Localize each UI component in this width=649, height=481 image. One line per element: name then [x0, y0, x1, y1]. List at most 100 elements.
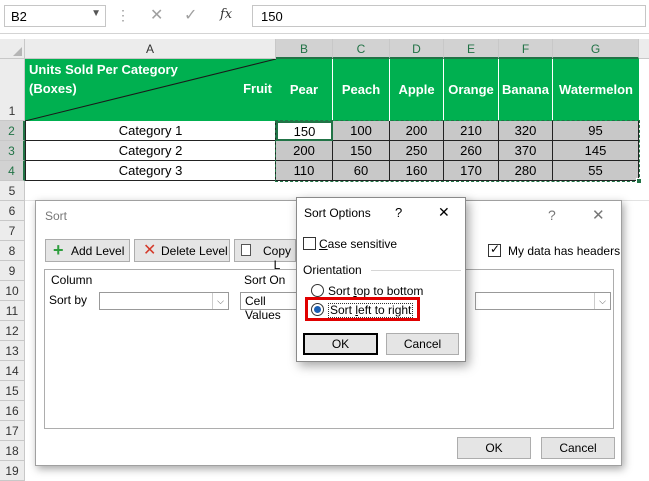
- data-cell[interactable]: 170: [444, 161, 499, 181]
- column-header-g[interactable]: G: [553, 39, 639, 59]
- row-header-3[interactable]: 3: [0, 141, 25, 161]
- column-header-e[interactable]: E: [444, 39, 499, 59]
- grip-dots-icon: ⋮: [116, 7, 130, 23]
- header-cell-a1[interactable]: Units Sold Per Category (Boxes) Fruit: [25, 59, 276, 121]
- data-cell[interactable]: 60: [333, 161, 390, 181]
- my-data-headers-label: My data has headers: [508, 244, 621, 258]
- fill-handle[interactable]: [636, 178, 642, 184]
- ok-button[interactable]: OK: [457, 437, 531, 459]
- sort-on-value: Cell Values: [245, 294, 281, 322]
- data-cell[interactable]: 260: [444, 141, 499, 161]
- sort-top-to-bottom-label: Sort top to bottom: [328, 284, 424, 298]
- row-header-1[interactable]: 1: [0, 59, 25, 121]
- data-cell[interactable]: 95: [553, 121, 639, 141]
- column-header-c[interactable]: C: [333, 39, 390, 59]
- order-select[interactable]: ⌵: [475, 292, 611, 310]
- category-cell[interactable]: Category 2: [25, 141, 276, 161]
- row-header-16[interactable]: 16: [0, 401, 25, 421]
- ok-button[interactable]: OK: [303, 333, 378, 355]
- column-header-a[interactable]: A: [25, 39, 276, 59]
- category-cell[interactable]: Category 1: [25, 121, 276, 141]
- divider: [371, 270, 461, 271]
- row-header-10[interactable]: 10: [0, 281, 25, 301]
- enter-check-icon[interactable]: ✓: [184, 5, 197, 25]
- fruit-header[interactable]: Orange: [444, 59, 499, 121]
- data-cell[interactable]: 200: [390, 121, 444, 141]
- select-all-triangle-icon: [13, 47, 22, 56]
- add-level-button[interactable]: + Add Level: [45, 239, 130, 262]
- sort-left-to-right-radio[interactable]: [311, 303, 324, 316]
- row-header-14[interactable]: 14: [0, 361, 25, 381]
- row-header-17[interactable]: 17: [0, 421, 25, 441]
- data-cell[interactable]: 150: [333, 141, 390, 161]
- insert-function-button[interactable]: fx: [220, 7, 232, 22]
- select-all-corner[interactable]: [0, 39, 25, 59]
- data-cell[interactable]: 320: [499, 121, 553, 141]
- my-data-headers-checkbox[interactable]: ✓: [488, 242, 501, 257]
- cancel-button[interactable]: Cancel: [541, 437, 615, 459]
- sort-by-select[interactable]: ⌵: [99, 292, 229, 310]
- data-cell[interactable]: 250: [390, 141, 444, 161]
- data-cell-selected[interactable]: 150: [276, 121, 333, 141]
- delete-level-button[interactable]: ✕ Delete Level: [134, 239, 230, 262]
- row-header-11[interactable]: 11: [0, 301, 25, 321]
- data-cell[interactable]: 200: [276, 141, 333, 161]
- checkmark-icon: ✓: [490, 242, 501, 256]
- category-cell[interactable]: Category 3: [25, 161, 276, 181]
- row-header-5[interactable]: 5: [0, 181, 25, 201]
- cancel-icon[interactable]: ✕: [150, 5, 163, 25]
- case-sensitive-label: Case sensitive: [319, 237, 398, 251]
- data-cell[interactable]: 100: [333, 121, 390, 141]
- data-cell[interactable]: 110: [276, 161, 333, 181]
- fruit-header[interactable]: Banana: [499, 59, 553, 121]
- data-cell[interactable]: 160: [390, 161, 444, 181]
- sort-left-to-right-label: Sort left to right: [328, 303, 414, 318]
- name-box[interactable]: B2 ▼: [4, 5, 106, 27]
- fruit-header[interactable]: Watermelon: [553, 59, 639, 121]
- sort-options-dialog: Sort Options ? ✕ Case sensitive Orientat…: [296, 197, 466, 362]
- row-header-9[interactable]: 9: [0, 261, 25, 281]
- case-sensitive-checkbox[interactable]: [303, 237, 316, 250]
- row-header-13[interactable]: 13: [0, 341, 25, 361]
- data-cell[interactable]: 370: [499, 141, 553, 161]
- sort-by-label: Sort by: [49, 293, 88, 307]
- column-header-h[interactable]: [639, 39, 649, 59]
- column-header-d[interactable]: D: [390, 39, 444, 59]
- plus-icon: +: [53, 240, 64, 260]
- data-cell[interactable]: 280: [499, 161, 553, 181]
- row-header-19[interactable]: 19: [0, 461, 25, 481]
- sort-on-select[interactable]: Cell Values: [240, 292, 300, 322]
- radio-dot-icon: [314, 306, 321, 313]
- row-header-6[interactable]: 6: [0, 201, 25, 221]
- row-header-18[interactable]: 18: [0, 441, 25, 461]
- data-cell[interactable]: 145: [553, 141, 639, 161]
- close-button[interactable]: ✕: [592, 206, 605, 224]
- help-button[interactable]: ?: [548, 207, 556, 223]
- copy-icon: [241, 244, 251, 256]
- row-header-12[interactable]: 12: [0, 321, 25, 341]
- copy-level-label: Copy L: [262, 244, 291, 272]
- fruit-header[interactable]: Apple: [390, 59, 444, 121]
- data-cell[interactable]: 55: [553, 161, 639, 181]
- close-button[interactable]: ✕: [438, 204, 450, 221]
- cancel-button[interactable]: Cancel: [386, 333, 459, 355]
- help-button[interactable]: ?: [395, 205, 402, 220]
- row-header-15[interactable]: 15: [0, 381, 25, 401]
- fruit-header[interactable]: Pear: [276, 59, 333, 121]
- delete-level-label: Delete Level: [161, 244, 228, 258]
- row-header-4[interactable]: 4: [0, 161, 25, 181]
- data-cell[interactable]: 210: [444, 121, 499, 141]
- copy-level-button[interactable]: Copy L: [234, 239, 296, 272]
- column-header-f[interactable]: F: [499, 39, 553, 59]
- formula-input[interactable]: 150: [252, 5, 646, 27]
- orientation-label: Orientation: [303, 263, 362, 277]
- row-header-8[interactable]: 8: [0, 241, 25, 261]
- header-fruit-label: Fruit: [243, 81, 272, 96]
- row-header-2[interactable]: 2: [0, 121, 25, 141]
- column-header-b[interactable]: B: [276, 39, 333, 59]
- fruit-header[interactable]: Peach: [333, 59, 390, 121]
- chevron-down-icon[interactable]: ▼: [91, 8, 101, 19]
- row-header-7[interactable]: 7: [0, 221, 25, 241]
- header-title-line1: Units Sold Per Category: [29, 62, 178, 77]
- sort-top-to-bottom-radio[interactable]: [311, 284, 324, 297]
